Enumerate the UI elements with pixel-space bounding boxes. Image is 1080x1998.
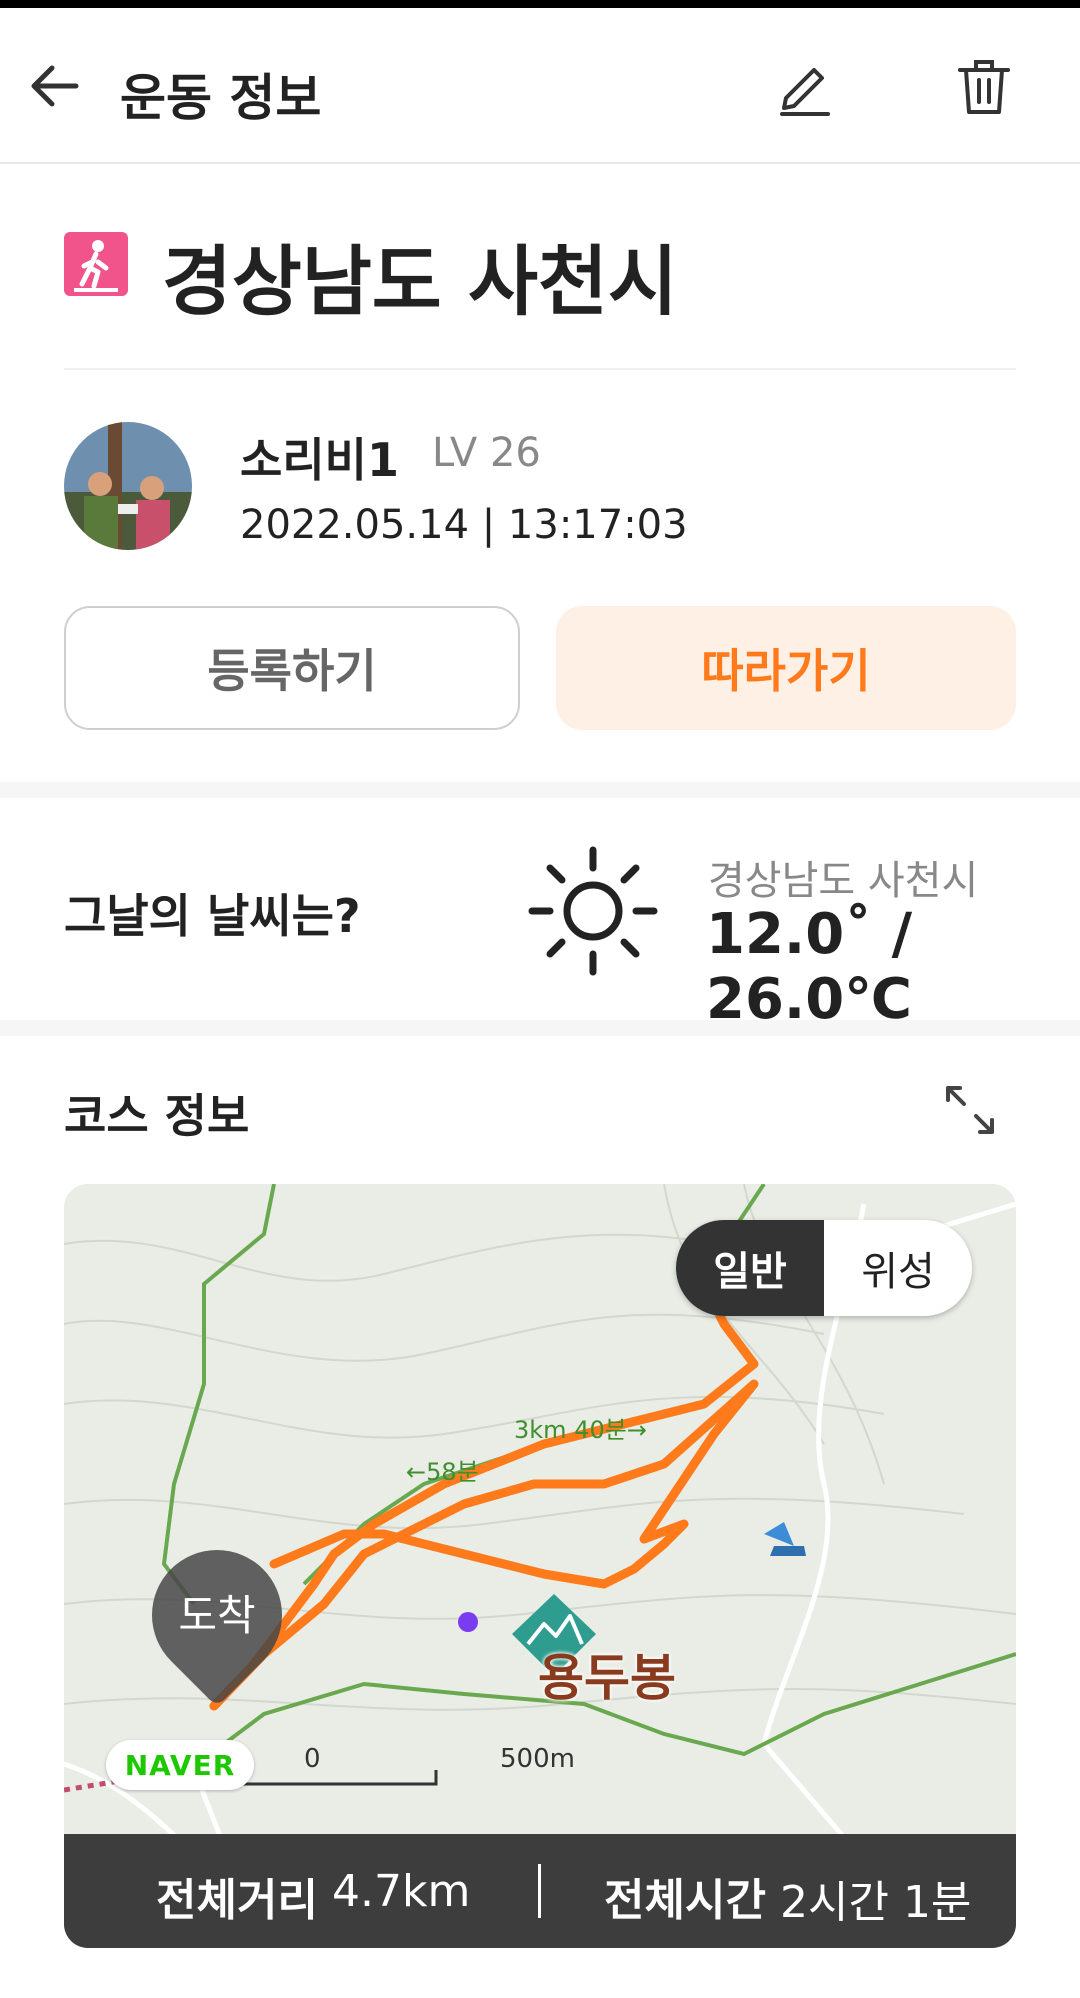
user-name[interactable]: 소리비1 <box>240 424 399 490</box>
course-summary-bar: 전체거리 4.7km 전체시간 2시간 1분 <box>64 1834 1016 1948</box>
arrive-label: 도착 <box>178 1591 256 1640</box>
peak-label: 용두봉 <box>538 1649 676 1707</box>
naver-logo: NAVER <box>106 1740 254 1790</box>
status-bar <box>0 0 1080 8</box>
map-type-normal-button[interactable]: 일반 <box>676 1220 824 1316</box>
weather-question: 그날의 날씨는? <box>64 889 361 943</box>
back-button[interactable] <box>24 56 84 116</box>
map-type-satellite-button[interactable]: 위성 <box>824 1220 972 1316</box>
time-label: 전체시간 <box>604 1875 766 1926</box>
expand-icon <box>946 1086 994 1134</box>
course-map[interactable]: 일반 위성 도착 용두봉 3km 40분→ ←58분 NAVER 0 500m … <box>64 1184 1016 1948</box>
trail-label: ←58분 <box>406 1458 479 1486</box>
pencil-icon <box>780 68 830 116</box>
course-title: 코스 정보 <box>64 1089 250 1143</box>
section-divider <box>0 782 1080 798</box>
map-type-toggle[interactable]: 일반 위성 <box>676 1220 972 1316</box>
distance-label: 전체거리 <box>156 1875 318 1926</box>
avatar[interactable] <box>64 422 192 550</box>
user-level: LV 26 <box>432 430 541 476</box>
time-value: 2시간 1분 <box>780 1877 972 1928</box>
arrow-left-icon <box>31 65 79 107</box>
page-title: 운동 정보 <box>120 69 322 127</box>
weather-temperature: 12.0˚ / 26.0℃ <box>706 902 913 1032</box>
scale-end-label: 500m <box>500 1744 575 1774</box>
expand-button[interactable] <box>942 1082 998 1138</box>
place-header: 경상남도 사천시 <box>64 220 1016 370</box>
place-title: 경상남도 사천시 <box>162 237 678 326</box>
trash-icon <box>958 60 1010 114</box>
top-app-bar: 운동 정보 <box>0 8 1080 164</box>
sun-icon <box>528 846 658 976</box>
scale-start-label: 0 <box>304 1744 321 1774</box>
walking-person-icon <box>64 232 128 296</box>
distance-value: 4.7km <box>332 1866 471 1917</box>
edit-button[interactable] <box>772 54 836 118</box>
section-divider <box>0 1020 1080 1036</box>
summary-divider <box>538 1864 541 1918</box>
trail-label: 3km 40분→ <box>514 1416 647 1444</box>
delete-button[interactable] <box>952 54 1016 118</box>
follow-button[interactable]: 따라가기 <box>556 606 1016 730</box>
activity-datetime: 2022.05.14 | 13:17:03 <box>240 502 688 548</box>
weather-location: 경상남도 사천시 <box>708 858 979 904</box>
register-button[interactable]: 등록하기 <box>64 606 520 730</box>
